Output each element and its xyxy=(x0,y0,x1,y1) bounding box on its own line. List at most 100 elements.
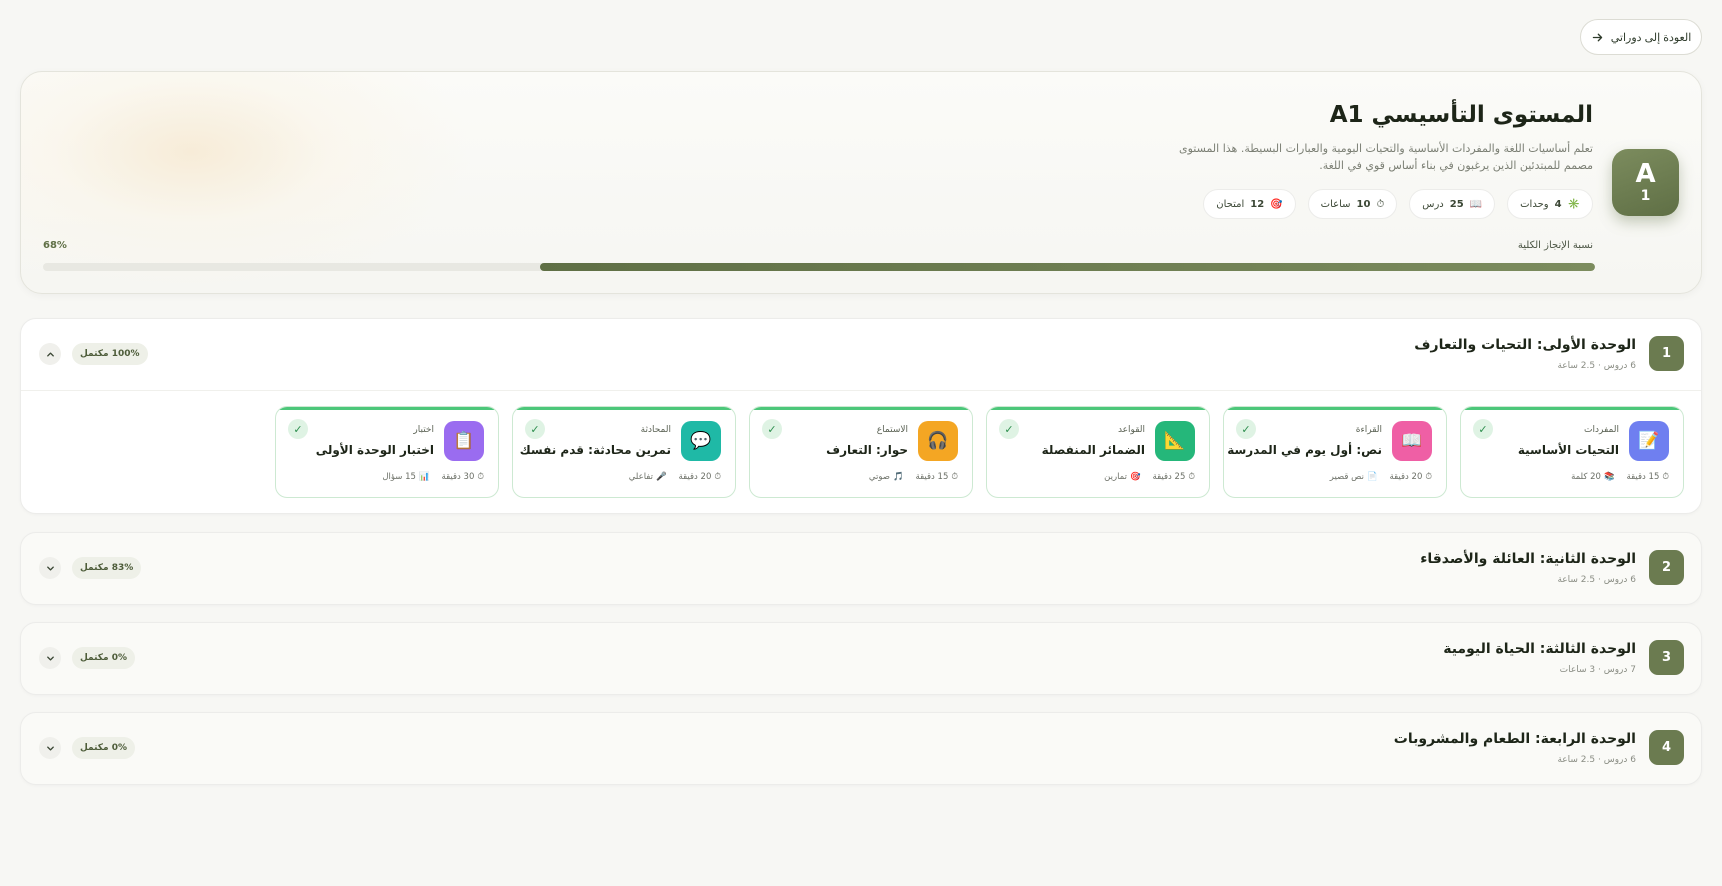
lesson-title: اختبار الوحدة الأولى xyxy=(315,443,434,457)
unit-card-4: 4 الوحدة الرابعة: الطعام والمشروبات 6 در… xyxy=(20,712,1702,785)
unit-card-3: 3 الوحدة الثالثة: الحياة اليومية 7 دروس … xyxy=(20,622,1702,695)
stat-value: 4 xyxy=(1554,198,1562,210)
stat-label: وحدات xyxy=(1520,198,1549,210)
lesson-meta: ⏱ 20 دقيقة 📄 نص قصير xyxy=(1330,472,1432,482)
lesson-type-icon: 📐 xyxy=(1155,421,1195,461)
unit-header[interactable]: 1 الوحدة الأولى: التحيات والتعارف 6 دروس… xyxy=(21,319,1701,390)
unit-title: الوحدة الثانية: العائلة والأصدقاء xyxy=(1420,551,1636,567)
timer-icon: ⏱ xyxy=(714,472,721,482)
stat-icon: ✳️ xyxy=(1567,198,1580,210)
unit-number: 3 xyxy=(1649,640,1684,675)
level-title: المستوى التأسيسي A1 xyxy=(1329,102,1593,128)
unit-completion-badge: 0% مكتمل xyxy=(72,737,135,759)
timer-icon: ⏱ xyxy=(1188,472,1195,482)
lesson-extra-icon: 🎯 xyxy=(1129,472,1141,482)
lesson-meta: ⏱ 15 دقيقة 🎵 صوتي xyxy=(869,472,958,482)
unit-header[interactable]: 3 الوحدة الثالثة: الحياة اليومية 7 دروس … xyxy=(21,623,1701,694)
check-icon: ✓ xyxy=(1473,419,1493,439)
timer-icon: ⏱ xyxy=(951,472,958,482)
check-icon: ✓ xyxy=(762,419,782,439)
chevron-up-icon[interactable] xyxy=(39,343,61,365)
progress-bar-fill xyxy=(539,263,1595,271)
lesson-extra-icon: 🎤 xyxy=(655,472,667,482)
level-stats: ✳️ 4 وحدات 📖 25 درس ⏱ 10 ساعات 🎯 12 امتحان xyxy=(1203,189,1593,219)
lesson-meta: ⏱ 20 دقيقة 🎤 تفاعلي xyxy=(629,472,721,482)
check-icon: ✓ xyxy=(1236,419,1256,439)
stat-icon: ⏱ xyxy=(1376,198,1385,210)
unit-number: 4 xyxy=(1649,730,1684,765)
lesson-duration: ⏱ 20 دقيقة xyxy=(678,472,721,482)
lesson-card[interactable]: 📐 القواعد الضمائر المنفصلة ✓ ⏱ 25 دقيقة 🎯… xyxy=(986,406,1210,498)
lesson-card[interactable]: 📋 اختبار اختبار الوحدة الأولى ✓ ⏱ 30 دقيق… xyxy=(275,406,499,498)
lesson-title: الضمائر المنفصلة xyxy=(1041,443,1145,457)
unit-card-1: 1 الوحدة الأولى: التحيات والتعارف 6 دروس… xyxy=(20,318,1702,514)
lesson-category: القراءة xyxy=(1355,425,1382,435)
lesson-card[interactable]: 📝 المفردات التحيات الأساسية ✓ ⏱ 15 دقيقة … xyxy=(1460,406,1684,498)
progress-label: نسبة الإنجاز الكلية xyxy=(1517,240,1593,251)
unit-lessons: 📝 المفردات التحيات الأساسية ✓ ⏱ 15 دقيقة … xyxy=(21,390,1701,513)
unit-meta: 6 دروس · 2.5 ساعة xyxy=(1557,755,1636,765)
timer-icon: ⏱ xyxy=(1425,472,1432,482)
lesson-extra: 🎵 صوتي xyxy=(868,472,904,482)
lesson-title: نص: أول يوم في المدرسة xyxy=(1227,443,1382,457)
chevron-down-icon[interactable] xyxy=(39,737,61,759)
lesson-category: المفردات xyxy=(1584,425,1619,435)
unit-meta: 6 دروس · 2.5 ساعة xyxy=(1557,575,1636,585)
stat-label: امتحان xyxy=(1216,198,1245,210)
unit-meta: 7 دروس · 3 ساعات xyxy=(1559,665,1636,675)
lesson-type-icon: 💬 xyxy=(681,421,721,461)
arrow-right-icon xyxy=(1592,33,1602,41)
chevron-down-icon[interactable] xyxy=(39,647,61,669)
lesson-extra: 🎤 تفاعلي xyxy=(628,472,667,482)
lesson-card[interactable]: 📖 القراءة نص: أول يوم في المدرسة ✓ ⏱ 20 د… xyxy=(1223,406,1447,498)
lesson-title: التحيات الأساسية xyxy=(1517,443,1619,457)
stat-chip: ⏱ 10 ساعات xyxy=(1307,189,1398,219)
unit-header[interactable]: 4 الوحدة الرابعة: الطعام والمشروبات 6 در… xyxy=(21,713,1701,784)
stat-value: 12 xyxy=(1250,198,1265,210)
lesson-meta: ⏱ 15 دقيقة 📚 20 كلمة xyxy=(1571,472,1669,482)
level-description: تعلم أساسيات اللغة والمفردات الأساسية وا… xyxy=(1179,142,1593,172)
lesson-extra: 🎯 تمارين xyxy=(1104,472,1141,482)
back-button-label: العودة إلى دوراتي xyxy=(1610,31,1692,44)
back-to-courses-button[interactable]: العودة إلى دوراتي xyxy=(1580,19,1702,55)
lesson-card[interactable]: 💬 المحادثة تمرين محادثة: قدم نفسك ✓ ⏱ 20 … xyxy=(512,406,736,498)
stat-value: 10 xyxy=(1356,198,1371,210)
check-icon: ✓ xyxy=(525,419,545,439)
timer-icon: ⏱ xyxy=(1662,472,1669,482)
unit-title: الوحدة الأولى: التحيات والتعارف xyxy=(1414,337,1636,353)
lesson-duration: ⏱ 25 دقيقة xyxy=(1152,472,1195,482)
unit-number: 1 xyxy=(1649,336,1684,371)
unit-completion-badge: 0% مكتمل xyxy=(72,647,135,669)
unit-title: الوحدة الرابعة: الطعام والمشروبات xyxy=(1393,731,1636,747)
unit-number: 2 xyxy=(1649,550,1684,585)
unit-title: الوحدة الثالثة: الحياة اليومية xyxy=(1443,641,1636,657)
lesson-duration: ⏱ 30 دقيقة xyxy=(441,472,484,482)
stat-chip: 📖 25 درس xyxy=(1409,189,1496,219)
lesson-category: المحادثة xyxy=(640,425,671,435)
lesson-extra: 📊 15 سؤال xyxy=(382,472,430,482)
check-icon: ✓ xyxy=(288,419,308,439)
lesson-duration: ⏱ 20 دقيقة xyxy=(1389,472,1432,482)
stat-chip: ✳️ 4 وحدات xyxy=(1507,189,1593,219)
unit-card-2: 2 الوحدة الثانية: العائلة والأصدقاء 6 در… xyxy=(20,532,1702,605)
check-icon: ✓ xyxy=(999,419,1019,439)
level-hero-card: A 1 المستوى التأسيسي A1 تعلم أساسيات الل… xyxy=(20,71,1702,294)
stat-value: 25 xyxy=(1449,198,1464,210)
chevron-down-icon[interactable] xyxy=(39,557,61,579)
lesson-title: تمرين محادثة: قدم نفسك xyxy=(519,443,671,457)
stat-label: ساعات xyxy=(1320,198,1351,210)
lesson-extra: 📚 20 كلمة xyxy=(1571,472,1615,482)
lesson-type-icon: 🎧 xyxy=(918,421,958,461)
lesson-meta: ⏱ 30 دقيقة 📊 15 سؤال xyxy=(382,472,484,482)
lesson-extra: 📄 نص قصير xyxy=(1329,472,1378,482)
lesson-duration: ⏱ 15 دقيقة xyxy=(915,472,958,482)
lesson-extra-icon: 📚 xyxy=(1603,472,1615,482)
unit-meta: 6 دروس · 2.5 ساعة xyxy=(1557,361,1636,371)
progress-percent: 68% xyxy=(43,240,67,251)
unit-header[interactable]: 2 الوحدة الثانية: العائلة والأصدقاء 6 در… xyxy=(21,533,1701,604)
lesson-category: اختبار xyxy=(413,425,434,435)
stat-label: درس xyxy=(1422,198,1444,210)
lesson-title: حوار: التعارف xyxy=(826,443,908,457)
lesson-extra-icon: 🎵 xyxy=(892,472,904,482)
lesson-card[interactable]: 🎧 الاستماع حوار: التعارف ✓ ⏱ 15 دقيقة 🎵 صو… xyxy=(749,406,973,498)
